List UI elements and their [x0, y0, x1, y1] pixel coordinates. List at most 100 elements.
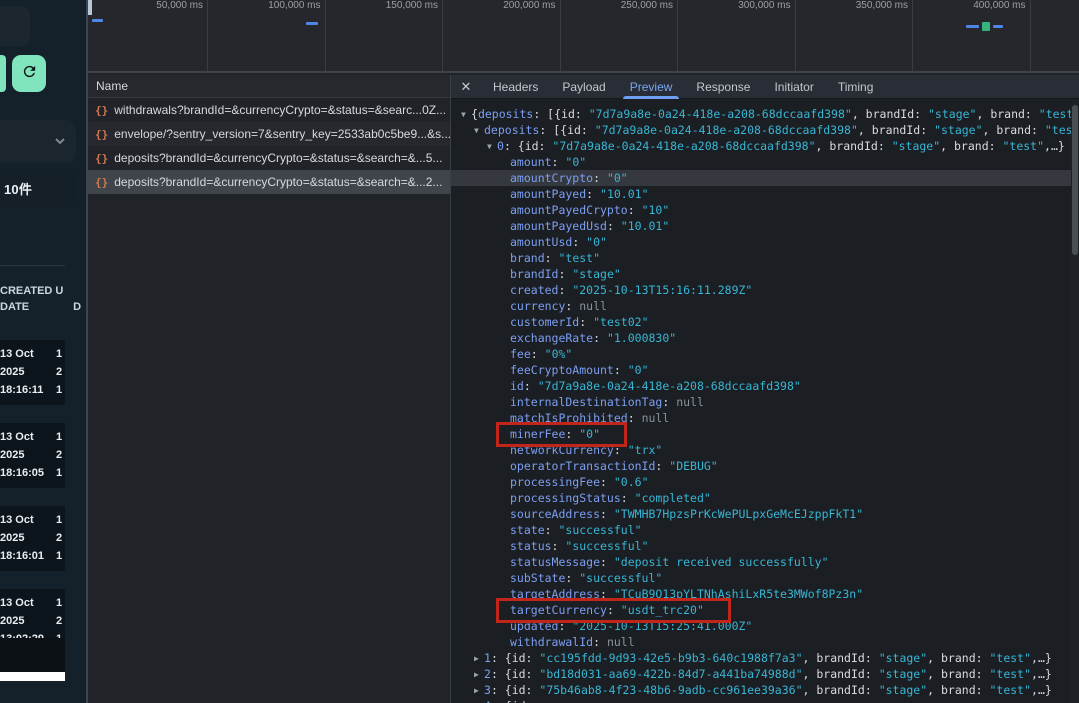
json-string-value: "10": [642, 203, 670, 217]
network-request-row[interactable]: {}envelope/?sentry_version=7&sentry_key=…: [88, 122, 450, 146]
json-string-value: "successful": [558, 523, 641, 537]
json-tree-row[interactable]: operatorTransactionId: "DEBUG": [451, 458, 1079, 474]
horizontal-scrollbar[interactable]: [0, 672, 65, 681]
cell-date: 13 Oct: [0, 428, 56, 446]
json-tree-row[interactable]: amountPayed: "10.01": [451, 186, 1079, 202]
filter-select[interactable]: [0, 120, 76, 163]
json-tree-row[interactable]: sourceAddress: "TWMHB7HpzsPrKcWePULpxGeM…: [451, 506, 1079, 522]
json-key: subState: [510, 571, 565, 585]
tab-payload[interactable]: Payload: [555, 75, 612, 99]
json-braces-icon: {}: [95, 128, 108, 141]
collapse-arrow-icon[interactable]: ▼: [461, 107, 471, 123]
expand-arrow-icon[interactable]: ▶: [474, 683, 484, 699]
json-tree-row[interactable]: targetCurrency: "usdt_trc20": [451, 602, 1079, 618]
json-tree-row[interactable]: processingFee: "0.6": [451, 474, 1079, 490]
json-tree-row[interactable]: subState: "successful": [451, 570, 1079, 586]
json-punctuation: :: [565, 299, 579, 313]
json-braces-icon: {}: [95, 176, 108, 189]
request-name-label: withdrawals?brandId=&currencyCrypto=&sta…: [114, 103, 446, 117]
tab-headers[interactable]: Headers: [486, 75, 545, 99]
json-tree-row[interactable]: brandId: "stage": [451, 266, 1079, 282]
json-string-value: "0.6": [614, 475, 649, 489]
json-tree-row[interactable]: amount: "0": [451, 154, 1079, 170]
collapse-arrow-icon[interactable]: ▼: [474, 123, 484, 139]
json-punctuation: , brandId:: [803, 667, 879, 681]
json-key: 1: [484, 651, 491, 665]
json-tree-row[interactable]: statusMessage: "deposit received success…: [451, 554, 1079, 570]
json-tree-row[interactable]: customerId: "test02": [451, 314, 1079, 330]
request-detail-pane: ✕ Headers Payload Preview Response Initiator…: [451, 75, 1079, 703]
json-tree-row[interactable]: fee: "0%": [451, 346, 1079, 362]
json-punctuation: , brandId:: [852, 107, 928, 121]
network-overview-timeline[interactable]: 50,000 ms100,000 ms150,000 ms200,000 ms2…: [88, 0, 1079, 73]
json-tree-row[interactable]: exchangeRate: "1.000830": [451, 330, 1079, 346]
json-tree-row[interactable]: state: "successful": [451, 522, 1079, 538]
tab-preview[interactable]: Preview: [623, 75, 680, 99]
table-row[interactable]: 13 Oct12025218:16:111: [0, 340, 65, 405]
app-chip[interactable]: [0, 6, 30, 46]
devtools-panel: 50,000 ms100,000 ms150,000 ms200,000 ms2…: [86, 0, 1079, 703]
json-tree-row[interactable]: processingStatus: "completed": [451, 490, 1079, 506]
json-string-value: "stage": [928, 107, 976, 121]
json-tree-row[interactable]: ▶3: {id: "75b46ab8-4f23-48b6-9adb-cc961e…: [451, 682, 1079, 698]
json-key: status: [510, 539, 552, 553]
close-icon[interactable]: ✕: [451, 79, 481, 95]
json-tree-row[interactable]: ▶1: {id: "cc195fdd-9d93-42e5-b9b3-640c19…: [451, 650, 1079, 666]
json-tree-row[interactable]: amountUsd: "0": [451, 234, 1079, 250]
table-row[interactable]: 13 Oct12025218:16:051: [0, 423, 65, 488]
network-request-row[interactable]: {}deposits?brandId=&currencyCrypto=&stat…: [88, 170, 450, 194]
json-tree-row[interactable]: id: "7d7a9a8e-0a24-418e-a208-68dccaafd39…: [451, 378, 1079, 394]
table-header-date: DATE: [0, 301, 29, 313]
json-tree-row[interactable]: internalDestinationTag: null: [451, 394, 1079, 410]
json-tree-row[interactable]: ▶4: {id:: [451, 698, 1079, 703]
expand-arrow-icon[interactable]: ▶: [474, 667, 484, 683]
refresh-icon: [21, 63, 38, 85]
network-request-row[interactable]: {}deposits?brandId=&currencyCrypto=&stat…: [88, 146, 450, 170]
partial-button[interactable]: [0, 55, 6, 92]
vertical-scrollbar[interactable]: [1071, 99, 1079, 703]
request-waterfall-mark: [993, 25, 1003, 28]
page-size-box[interactable]: 10件: [0, 170, 76, 207]
json-tree-row[interactable]: ▼0: {id: "7d7a9a8e-0a24-418e-a208-68dcca…: [451, 138, 1079, 154]
cell-col2: 2: [56, 446, 62, 464]
json-tree-row[interactable]: minerFee: "0": [451, 426, 1079, 442]
json-punctuation: , brandId:: [803, 651, 879, 665]
network-request-row[interactable]: {}withdrawals?brandId=&currencyCrypto=&s…: [88, 98, 450, 122]
json-string-value: "10.01": [621, 219, 669, 233]
name-column-header[interactable]: Name: [88, 75, 450, 98]
table-header-created: CREATED U: [0, 285, 86, 297]
json-punctuation: : {id:: [491, 651, 539, 665]
collapse-arrow-icon[interactable]: ▼: [487, 139, 497, 155]
cell-date: 13 Oct: [0, 345, 56, 363]
tab-response[interactable]: Response: [689, 75, 757, 99]
json-tree-row[interactable]: feeCryptoAmount: "0": [451, 362, 1079, 378]
json-tree-row[interactable]: ▼{deposits: [{id: "7d7a9a8e-0a24-418e-a2…: [451, 106, 1079, 122]
json-key: operatorTransactionId: [510, 459, 655, 473]
json-tree-row[interactable]: created: "2025-10-13T15:16:11.289Z": [451, 282, 1079, 298]
json-tree-row[interactable]: withdrawalId: null: [451, 634, 1079, 650]
json-key: amount: [510, 155, 552, 169]
json-tree-row[interactable]: status: "successful": [451, 538, 1079, 554]
json-punctuation: :: [607, 603, 621, 617]
table-row[interactable]: 13 Oct12025218:16:011: [0, 506, 65, 571]
json-tree-row[interactable]: amountPayedUsd: "10.01": [451, 218, 1079, 234]
expand-arrow-icon[interactable]: ▶: [474, 651, 484, 667]
json-tree-row[interactable]: ▶2: {id: "bd18d031-aa69-422b-84d7-a441ba…: [451, 666, 1079, 682]
refresh-button[interactable]: [12, 55, 46, 92]
json-punctuation: : {id:: [491, 667, 539, 681]
timeline-tick-label: 200,000 ms: [503, 0, 555, 11]
tab-initiator[interactable]: Initiator: [767, 75, 820, 99]
json-tree-row[interactable]: currency: null: [451, 298, 1079, 314]
timeline-gridline: [442, 0, 443, 71]
json-string-value: "0": [565, 155, 586, 169]
json-punctuation: :: [628, 411, 642, 425]
json-tree-row[interactable]: brand: "test": [451, 250, 1079, 266]
json-null-value: null: [642, 411, 670, 425]
json-tree-row[interactable]: ▼deposits: [{id: "7d7a9a8e-0a24-418e-a20…: [451, 122, 1079, 138]
scrollbar-thumb[interactable]: [1072, 105, 1078, 255]
json-tree-row[interactable]: amountCrypto: "0": [451, 170, 1079, 186]
tab-timing[interactable]: Timing: [831, 75, 881, 99]
expand-arrow-icon[interactable]: ▶: [474, 699, 484, 703]
json-string-value: "0": [586, 235, 607, 249]
json-tree-row[interactable]: amountPayedCrypto: "10": [451, 202, 1079, 218]
